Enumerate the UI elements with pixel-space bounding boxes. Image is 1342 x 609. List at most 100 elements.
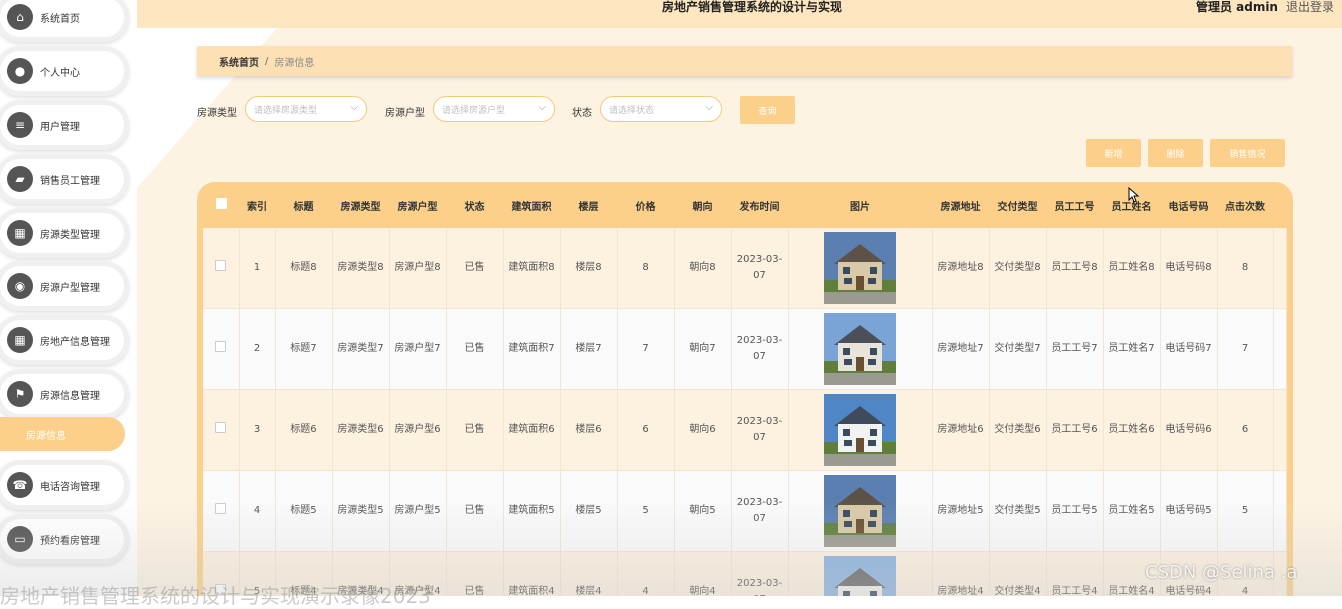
cell-area: 建筑面积6	[503, 389, 561, 471]
logout-link[interactable]: 退出登录	[1286, 0, 1334, 14]
image-cell	[788, 551, 933, 596]
cell-clicks: 8	[1217, 228, 1274, 309]
cell-floor: 楼层6	[560, 389, 618, 471]
row-checkbox-cell[interactable]	[203, 308, 240, 390]
cell-floor: 楼层5	[560, 470, 618, 552]
delete-button[interactable]: 删除	[1148, 139, 1203, 167]
sidebar: ⌂ 系统首页 ● 个人中心 ≡ 用户管理 ▰ 销售员工管理 ▦ 房源类型管理 ◉ 房源户型管理 ▦ 房地产…	[0, 0, 137, 596]
add-button[interactable]: 新增	[1086, 139, 1141, 167]
row-checkbox-cell[interactable]	[203, 470, 240, 552]
row-trailing-cell	[1273, 308, 1287, 390]
sidebar-item-6[interactable]: ▦ 房地产信息管理	[0, 320, 124, 360]
table-container: 索引 标题 房源类型 房源户型 状态 建筑面积 楼层 价格 朝向 发布时间 图片 房源地址 交付类型 员工…	[197, 182, 1293, 596]
sidebar-subitem-house-info[interactable]: 房源信息	[0, 417, 125, 451]
sidebar-item-9[interactable]: ▭ 预约看房管理	[0, 519, 124, 559]
row-checkbox-cell[interactable]	[203, 389, 240, 471]
sidebar-item-label: 房地产信息管理	[40, 336, 110, 348]
cell-idx: 1	[239, 228, 276, 309]
table-header-row: 索引 标题 房源类型 房源户型 状态 建筑面积 楼层 价格 朝向 发布时间 图片 房源地址 交付类型 员工…	[203, 182, 1287, 228]
column-header: 标题	[275, 182, 332, 228]
cell-status: 已售	[446, 308, 504, 390]
cell-title: 标题7	[275, 308, 333, 390]
cell-clicks: 7	[1217, 308, 1274, 390]
house-photo	[824, 475, 896, 547]
cell-area: 建筑面积8	[503, 228, 561, 309]
table-row[interactable]: 1 标题8 房源类型8 房源户型8 已售 建筑面积8 楼层8 8 朝向8 2023-03-07 房源…	[203, 228, 1287, 309]
table-row[interactable]: 4 标题5 房源类型5 房源户型5 已售 建筑面积5 楼层5 5 朝向5 2023-03-07 房源…	[203, 470, 1287, 552]
cell-empname: 员工姓名7	[1103, 308, 1161, 390]
monitor-icon: ▭	[7, 526, 33, 552]
column-header: 图片	[788, 182, 932, 228]
row-checkbox[interactable]	[215, 502, 227, 514]
sidebar-item-label: 预约看房管理	[40, 535, 100, 547]
sidebar-item-3[interactable]: ▰ 销售员工管理	[0, 159, 124, 199]
cell-type: 房源类型8	[332, 228, 390, 309]
cell-layout: 房源户型6	[389, 389, 447, 471]
chevron-down-icon: ⌵	[350, 102, 358, 113]
breadcrumb-home[interactable]: 系统首页	[219, 54, 259, 69]
sales-button[interactable]: 销售情况	[1210, 139, 1285, 167]
row-checkbox[interactable]	[215, 421, 227, 433]
image-cell	[788, 228, 933, 309]
csdn-watermark: CSDN @Selina .a	[1145, 562, 1298, 583]
cell-phone: 电话号码8	[1160, 228, 1218, 309]
cell-empno: 员工工号7	[1046, 308, 1104, 390]
row-checkbox-cell[interactable]	[203, 228, 240, 309]
sidebar-item-label: 房源信息管理	[40, 390, 100, 402]
cell-date: 2023-03-07	[731, 470, 789, 552]
sidebar-item-7[interactable]: ⚑ 房源信息管理	[0, 374, 124, 414]
cell-empno: 员工工号4	[1046, 551, 1104, 596]
row-checkbox[interactable]	[215, 340, 227, 352]
cell-addr: 房源地址8	[932, 228, 990, 309]
cell-deliver: 交付类型8	[989, 228, 1047, 309]
sidebar-item-0[interactable]: ⌂ 系统首页	[0, 0, 124, 37]
row-trailing-cell	[1273, 389, 1287, 471]
cell-title: 标题8	[275, 228, 333, 309]
main-content: 系统首页 / 房源信息 房源类型 请选择房源类型 ⌵ 房源户型 请选择房源户型 …	[137, 28, 1342, 596]
pin-icon: ◉	[7, 273, 33, 299]
chevron-down-icon: ⌵	[538, 102, 546, 113]
cell-layout: 房源户型8	[389, 228, 447, 309]
row-checkbox[interactable]	[215, 259, 227, 271]
grid-icon: ▦	[7, 327, 33, 353]
column-header: 建筑面积	[503, 182, 560, 228]
sidebar-item-2[interactable]: ≡ 用户管理	[0, 105, 124, 145]
column-header: 房源户型	[389, 182, 446, 228]
cell-layout: 房源户型7	[389, 308, 447, 390]
table-row[interactable]: 2 标题7 房源类型7 房源户型7 已售 建筑面积7 楼层7 7 朝向7 2023-03-07 房源…	[203, 308, 1287, 390]
cell-clicks: 6	[1217, 389, 1274, 471]
column-header: 员工工号	[1046, 182, 1103, 228]
sidebar-item-label: 用户管理	[40, 121, 80, 133]
cell-price: 5	[617, 470, 675, 552]
status-select[interactable]: 请选择状态 ⌵	[600, 96, 722, 122]
cell-layout: 房源户型5	[389, 470, 447, 552]
column-header: 状态	[446, 182, 503, 228]
column-header: 交付类型	[989, 182, 1046, 228]
cell-addr: 房源地址7	[932, 308, 990, 390]
search-button[interactable]: 查询	[740, 96, 795, 124]
sidebar-item-4[interactable]: ▦ 房源类型管理	[0, 213, 124, 253]
cell-addr: 房源地址6	[932, 389, 990, 471]
sidebar-item-8[interactable]: ☎ 电话咨询管理	[0, 465, 124, 505]
type-select[interactable]: 请选择房源类型 ⌵	[245, 96, 367, 122]
select-all-checkbox[interactable]	[215, 198, 227, 209]
sidebar-item-5[interactable]: ◉ 房源户型管理	[0, 266, 124, 306]
cell-deliver: 交付类型6	[989, 389, 1047, 471]
table-row[interactable]: 3 标题6 房源类型6 房源户型6 已售 建筑面积6 楼层6 6 朝向6 2023-03-07 房源…	[203, 389, 1287, 471]
cell-deliver: 交付类型4	[989, 551, 1047, 596]
cell-phone: 电话号码6	[1160, 389, 1218, 471]
cell-price: 8	[617, 228, 675, 309]
status-filter-label: 状态	[572, 108, 592, 119]
column-header: 楼层	[560, 182, 617, 228]
cell-area: 建筑面积5	[503, 470, 561, 552]
sidebar-item-1[interactable]: ● 个人中心	[0, 51, 124, 91]
select-all-cell[interactable]	[203, 182, 239, 228]
layout-select[interactable]: 请选择房源户型 ⌵	[433, 96, 555, 122]
list-icon: ≡	[7, 112, 33, 138]
cell-status: 已售	[446, 551, 504, 596]
breadcrumb-separator: /	[265, 55, 269, 67]
chevron-down-icon: ⌵	[705, 102, 713, 113]
column-header: 房源地址	[932, 182, 989, 228]
sidebar-item-label: 销售员工管理	[40, 175, 100, 187]
watermark-text: 房地产销售管理系统的设计与实现演示录像2023	[0, 584, 431, 608]
